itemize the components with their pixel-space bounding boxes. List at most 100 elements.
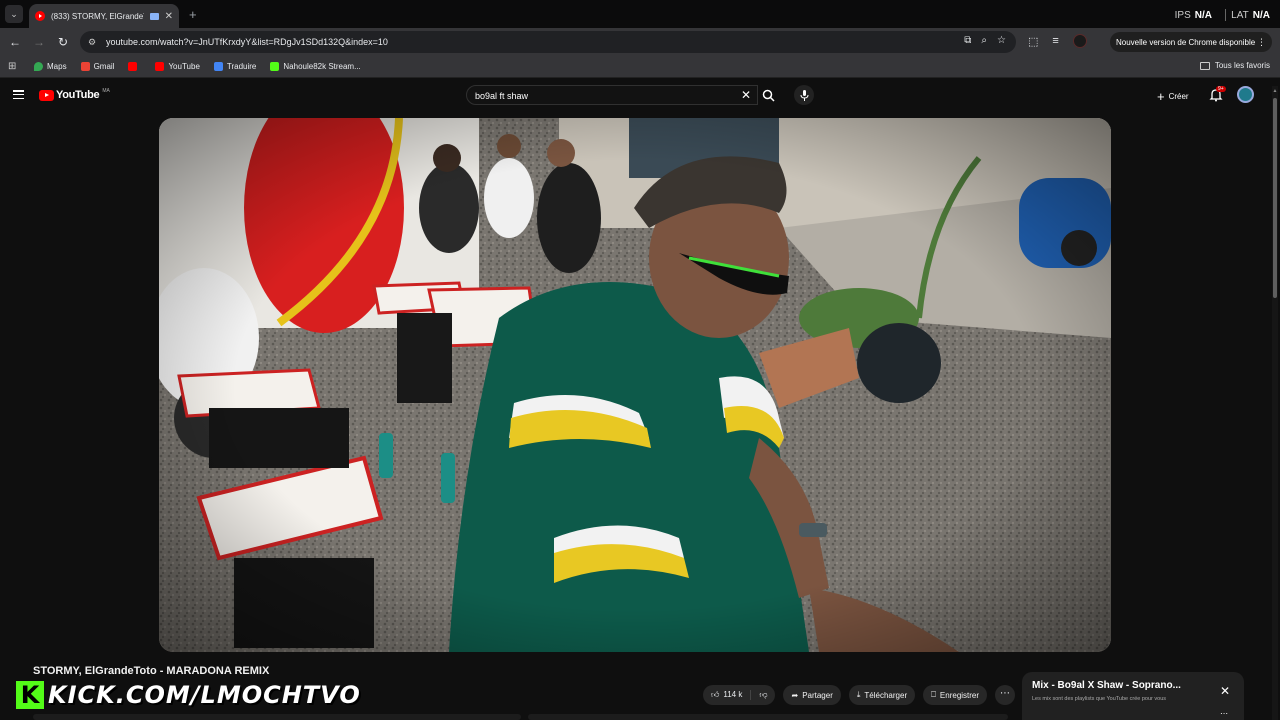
description-row-placeholder — [528, 714, 1008, 720]
share-icon: ➦ — [791, 690, 799, 700]
bookmark-icon: ⎕ — [931, 690, 936, 699]
site-settings-icon[interactable]: ⚙ — [88, 37, 102, 48]
thumbs-up-icon: 👍︎ — [711, 690, 720, 699]
browser-toolbar: ← → ↻ ⚙ youtube.com/watch?v=JnUTfKrxdyY&… — [0, 28, 1280, 56]
download-icon: ⤓ — [856, 690, 861, 699]
kick-icon — [270, 62, 280, 71]
extensions-icon[interactable]: ⬚ — [1028, 35, 1038, 48]
menu-icon[interactable] — [13, 90, 24, 99]
kebab-menu-icon[interactable]: ⋮ — [1257, 37, 1266, 48]
region-code: MA — [102, 88, 110, 94]
gmail-icon — [80, 62, 90, 71]
channel-row-placeholder — [33, 714, 521, 720]
bookmark-star-icon[interactable]: ☆ — [997, 35, 1006, 46]
mix-playlist-card[interactable]: Mix - Bo9al X Shaw - Soprano... Les mix … — [1022, 672, 1244, 720]
stats-divider — [1225, 9, 1226, 21]
lat-label: LAT — [1231, 10, 1249, 21]
media-control-icon[interactable]: ≡ — [1052, 35, 1058, 47]
install-app-icon[interactable]: ⧉ — [964, 35, 971, 46]
tab-strip: ⌄ (833) STORMY, ElGrandeToto - MARADONA … — [0, 0, 1280, 28]
download-label: Télécharger — [864, 690, 908, 700]
tab-title: (833) STORMY, ElGrandeToto - MARADONA RE… — [51, 11, 144, 21]
search-query[interactable]: bo9al ft shaw — [475, 91, 528, 101]
translate-icon — [213, 62, 223, 71]
folder-icon — [1199, 61, 1210, 70]
create-button[interactable]: + Créer — [1157, 89, 1189, 104]
create-label: Créer — [1168, 92, 1189, 101]
ips-readout: IPS N/A — [1175, 10, 1212, 21]
reload-icon[interactable]: ↻ — [51, 35, 75, 49]
search-input[interactable]: bo9al ft shaw ✕ — [466, 85, 758, 105]
notification-badge: 9+ — [1216, 86, 1226, 92]
video-actions: 👍︎ 114 k 👎︎ ➦ Partager ⤓ Télécharger ⎕ E… — [703, 685, 1016, 705]
bookmark-label: Traduire — [226, 62, 257, 71]
media-playing-icon[interactable] — [149, 12, 159, 20]
youtube-icon — [128, 62, 138, 71]
thumbs-down-icon: 👎︎ — [759, 690, 768, 699]
bookmark-youtube[interactable]: YouTube — [155, 62, 200, 71]
mix-more-icon[interactable]: ⋯ — [1220, 709, 1228, 718]
download-button[interactable]: ⤓ Télécharger — [848, 685, 916, 705]
apps-grid-icon[interactable]: ⊞ — [8, 61, 20, 72]
youtube-favicon-icon — [35, 11, 45, 21]
new-tab-button[interactable]: + — [189, 7, 197, 22]
bookmark-label: Maps — [47, 62, 67, 71]
share-label: Partager — [802, 690, 833, 700]
scroll-up-icon[interactable]: ▲ — [1272, 88, 1278, 94]
kick-overlay-text: KICK.COM/LMOCHTVO — [48, 681, 361, 709]
lat-value: N/A — [1252, 10, 1270, 21]
bookmark-label: Nahoule82k Stream... — [283, 62, 361, 71]
forward-arrow-icon[interactable]: → — [27, 35, 51, 49]
youtube-play-icon — [39, 89, 54, 101]
zoom-icon[interactable]: ⌕ — [981, 35, 987, 46]
bookmark-kick-stream[interactable]: Nahoule82k Stream... — [270, 62, 361, 71]
kick-logo: K — [16, 681, 44, 709]
browser-tab[interactable]: (833) STORMY, ElGrandeToto - MARADONA RE… — [29, 4, 179, 28]
bookmark-label: Gmail — [93, 62, 115, 71]
bookmark-gmail[interactable]: Gmail — [80, 62, 115, 71]
page-scrollbar[interactable]: ▲ — [1272, 86, 1278, 720]
close-tab-icon[interactable]: ✕ — [165, 11, 173, 22]
voice-search-button[interactable] — [794, 85, 814, 105]
kick-overlay: K KICK.COM/LMOCHTVO — [16, 681, 361, 709]
like-count: 114 k — [723, 690, 743, 699]
account-avatar[interactable] — [1237, 86, 1254, 103]
chevron-down-icon: ⌄ — [10, 8, 18, 19]
all-bookmarks-button[interactable]: Tous les favoris — [1199, 61, 1270, 70]
update-label: Nouvelle version de Chrome disponible — [1116, 37, 1256, 47]
search-icon — [762, 89, 775, 102]
like-button[interactable]: 👍︎ 114 k — [703, 690, 752, 700]
like-dislike-group: 👍︎ 114 k 👎︎ — [703, 685, 776, 705]
share-button[interactable]: ➦ Partager — [783, 685, 841, 705]
url-text[interactable]: youtube.com/watch?v=JnUTfKrxdyY&list=RDg… — [106, 37, 388, 47]
close-mix-icon[interactable]: ✕ — [1220, 684, 1230, 698]
scrollbar-thumb[interactable] — [1273, 98, 1277, 298]
youtube-logo[interactable]: YouTube MA — [39, 88, 110, 101]
microphone-icon — [800, 89, 808, 101]
maps-pin-icon — [34, 62, 43, 71]
clear-search-icon[interactable]: ✕ — [741, 88, 751, 102]
dislike-button[interactable]: 👎︎ — [751, 690, 775, 700]
back-arrow-icon[interactable]: ← — [3, 35, 27, 49]
bookmark-youtube-icon-only[interactable] — [128, 62, 141, 71]
address-bar[interactable]: ⚙ youtube.com/watch?v=JnUTfKrxdyY&list=R… — [80, 31, 1016, 53]
youtube-header: YouTube MA bo9al ft shaw ✕ + Créer 9+ — [0, 79, 1280, 112]
search-button[interactable] — [756, 85, 780, 105]
plus-icon: + — [1157, 89, 1165, 104]
tab-search-button[interactable]: ⌄ — [5, 5, 23, 23]
mix-title: Mix - Bo9al X Shaw - Soprano... — [1032, 680, 1181, 691]
more-actions-button[interactable]: ⋯ — [995, 685, 1016, 705]
video-title: STORMY, ElGrandeToto - MARADONA REMIX — [33, 665, 270, 677]
all-bookmarks-label: Tous les favoris — [1214, 61, 1270, 70]
bookmark-traduire[interactable]: Traduire — [213, 62, 257, 71]
video-frame — [159, 118, 1111, 652]
ips-value: N/A — [1194, 10, 1212, 21]
save-button[interactable]: ⎕ Enregistrer — [923, 685, 988, 705]
profile-avatar[interactable] — [1072, 34, 1087, 48]
bookmark-maps[interactable]: Maps — [34, 62, 67, 71]
mix-subtitle: Les mix sont des playlists que YouTube c… — [1032, 696, 1167, 702]
more-horizontal-icon: ⋯ — [1000, 688, 1011, 699]
bookmarks-bar: ⊞ Maps Gmail YouTube Traduire Nahoule82k… — [0, 56, 1280, 78]
video-player[interactable] — [159, 118, 1111, 652]
chrome-update-button[interactable]: Nouvelle version de Chrome disponible ⋮ — [1110, 32, 1272, 52]
